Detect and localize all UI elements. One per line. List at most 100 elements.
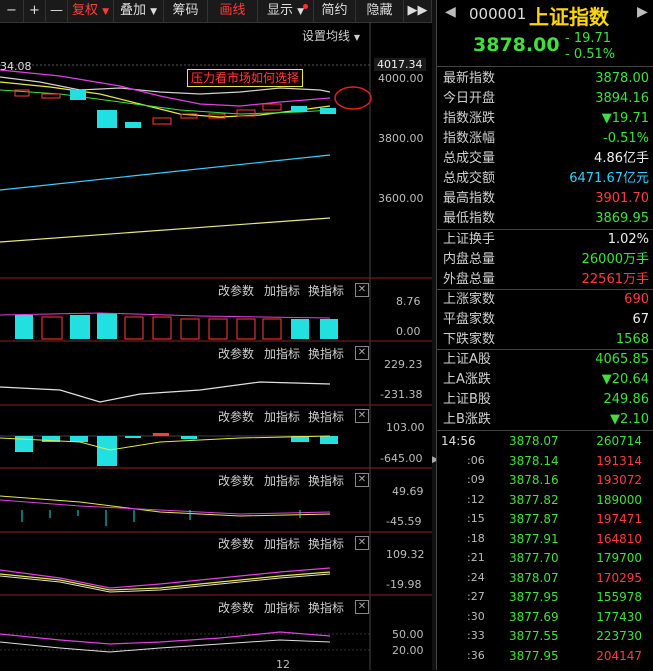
tick-row: :06 3878.14 191314	[437, 452, 650, 470]
panel3-close-icon[interactable]: ✕	[355, 409, 369, 423]
panel2-add-indicator-button[interactable]: 加指标	[264, 345, 300, 362]
stat-label: 外盘总量	[443, 272, 496, 287]
annotation-text[interactable]: 压力看市场如何选择	[187, 69, 304, 87]
tick-volume: 189000	[596, 492, 642, 507]
stat-row: 上A涨跌 ▼20.64	[443, 370, 649, 390]
volume-bar	[262, 318, 282, 340]
volume-bar	[208, 318, 228, 340]
stat-row: 最新指数 3878.00	[443, 69, 649, 89]
divider	[437, 349, 653, 350]
axis-label-p4-0: 49.69	[392, 485, 424, 498]
panel4-switch-indicator-button[interactable]: 换指标	[308, 472, 344, 489]
tick-time: :18	[467, 531, 485, 545]
panel1-add-indicator-button[interactable]: 加指标	[264, 282, 300, 299]
stat-label: 下跌家数	[443, 332, 496, 347]
expand-right-button[interactable]: ▶▶	[404, 0, 432, 22]
fuquan-label: 复权	[71, 3, 98, 18]
minimize-button[interactable]: —	[46, 0, 68, 22]
stat-label: 上B涨跌	[443, 412, 491, 427]
stat-label: 内盘总量	[443, 252, 496, 267]
stat-row: 上涨家数 690	[443, 290, 649, 310]
stat-row: 外盘总量 22561万手	[443, 270, 649, 290]
prev-stock-icon[interactable]: ◀	[445, 4, 456, 20]
yincang-button[interactable]: 隐藏	[356, 0, 404, 22]
panel5-switch-indicator-button[interactable]: 换指标	[308, 535, 344, 552]
panel2-close-icon[interactable]: ✕	[355, 346, 369, 360]
stat-row: 平盘家数 67	[443, 310, 649, 330]
divider	[437, 289, 653, 290]
notification-dot-icon	[303, 4, 308, 9]
axis-label-p1-0: 8.76	[396, 295, 421, 308]
tick-time: :15	[467, 512, 485, 525]
stat-value: 690	[624, 292, 649, 307]
panel6-close-icon[interactable]: ✕	[355, 600, 369, 614]
tick-volume: 191314	[596, 453, 642, 468]
kline-chart-area[interactable]: 设置均线 ▼ 4017.34 34.08 压力看市场如何选择 4000.00 3…	[0, 22, 432, 671]
diejia-button[interactable]: 叠加 ▼	[114, 0, 164, 22]
stat-label: 指数涨幅	[443, 131, 496, 146]
tick-row: :33 3877.55 223730	[437, 627, 650, 645]
panel4-add-indicator-button[interactable]: 加指标	[264, 472, 300, 489]
stat-label: 上A涨跌	[443, 372, 491, 387]
next-stock-icon[interactable]: ▶	[637, 4, 648, 20]
macd-bar	[97, 436, 117, 466]
panel2-switch-indicator-button[interactable]: 换指标	[308, 345, 344, 362]
tick-price: 3877.91	[509, 531, 559, 546]
tick-volume: 260714	[596, 434, 642, 448]
ma-yellow-line	[0, 81, 331, 118]
axis-label-main-2: 3600.00	[378, 192, 424, 205]
chouma-button[interactable]: 筹码	[164, 0, 208, 22]
stat-value: 3878.00	[595, 71, 649, 86]
panel2-params-button[interactable]: 改参数	[218, 345, 254, 362]
quote-panel: ◀ 000001 上证指数 ▶ 3878.00 - 19.71 - 0.51% …	[436, 0, 653, 670]
xianshi-button[interactable]: 显示 ▼	[258, 0, 314, 22]
stat-row: 指数涨跌 ▼19.71	[443, 109, 649, 129]
panel6-add-indicator-button[interactable]: 加指标	[264, 599, 300, 616]
stat-row: 内盘总量 26000万手	[443, 250, 649, 270]
panel5-add-indicator-button[interactable]: 加指标	[264, 535, 300, 552]
ma-setting-button[interactable]: 设置均线 ▼	[302, 27, 360, 44]
tick-price: 3877.87	[509, 512, 559, 526]
tick-row: :18 3877.91 164810	[437, 530, 650, 548]
panel6-switch-indicator-button[interactable]: 换指标	[308, 599, 344, 616]
stat-row: 总成交量 4.86亿手	[443, 149, 649, 169]
panel6-params-button[interactable]: 改参数	[218, 599, 254, 616]
panel4-close-icon[interactable]: ✕	[355, 473, 369, 487]
panel5-params-button[interactable]: 改参数	[218, 535, 254, 552]
tick-row: :12 3877.82 189000	[437, 491, 650, 509]
axis-label-p6-1: 20.00	[392, 644, 424, 657]
stat-value: 3894.16	[595, 91, 649, 106]
stat-label: 最低指数	[443, 211, 496, 226]
panel1-close-icon[interactable]: ✕	[355, 283, 369, 297]
top-price-label: 4017.34	[374, 58, 426, 71]
macd-bar	[153, 433, 169, 436]
panel1-params-button[interactable]: 改参数	[218, 282, 254, 299]
axis-label-p2-0: 229.23	[384, 358, 423, 371]
volume-bar	[15, 315, 33, 339]
stat-label: 最新指数	[443, 71, 496, 86]
volume-bar	[41, 316, 63, 340]
panel4-params-button[interactable]: 改参数	[218, 472, 254, 489]
candle	[152, 117, 172, 125]
panel1-switch-indicator-button[interactable]: 换指标	[308, 282, 344, 299]
stat-label: 上证A股	[443, 352, 491, 367]
jianyue-button[interactable]: 简约	[314, 0, 356, 22]
volume-bar	[180, 318, 200, 340]
fuquan-button[interactable]: 复权 ▼	[68, 0, 114, 22]
panel3-add-indicator-button[interactable]: 加指标	[264, 408, 300, 425]
panel5-close-icon[interactable]: ✕	[355, 536, 369, 550]
tick-price: 3877.95	[509, 590, 559, 604]
panel3-switch-indicator-button[interactable]: 换指标	[308, 408, 344, 425]
stat-row: 上B涨跌 ▼2.10	[443, 410, 649, 430]
panel3-params-button[interactable]: 改参数	[218, 408, 254, 425]
stock-code: 000001	[469, 5, 527, 23]
zoom-in-button[interactable]: +	[24, 0, 46, 22]
zoom-out-button[interactable]: −	[0, 0, 24, 22]
volume-bar	[97, 313, 117, 339]
candle	[125, 122, 141, 128]
huaxian-button[interactable]: 画线	[208, 0, 258, 22]
stat-label: 指数涨跌	[443, 111, 496, 126]
axis-label-p6-0: 50.00	[392, 628, 424, 641]
ma-setting-label: 设置均线	[302, 29, 351, 43]
tick-time: 14:56	[441, 434, 476, 448]
